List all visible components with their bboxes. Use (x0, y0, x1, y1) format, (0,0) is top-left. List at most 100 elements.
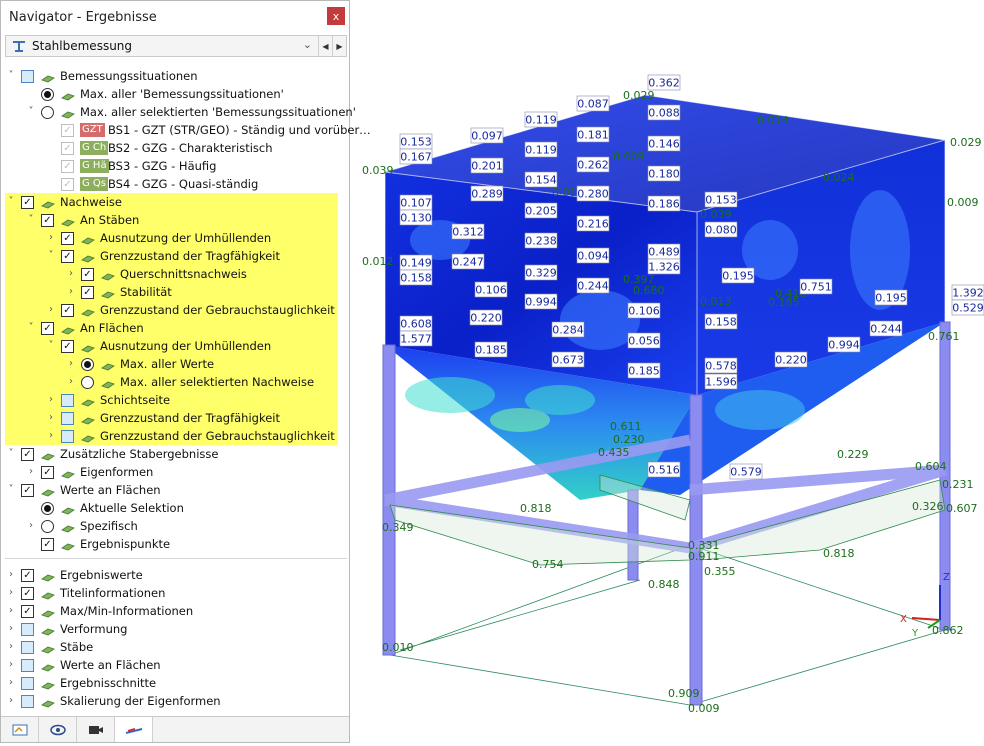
checkbox[interactable] (21, 677, 34, 690)
expand-chevron-icon[interactable]: › (65, 283, 77, 301)
tree2-row[interactable]: › ✓ Titelinformationen (5, 584, 347, 602)
collapse-chevron-icon[interactable]: ˅ (5, 481, 17, 499)
expand-chevron-icon[interactable]: › (45, 301, 57, 319)
expand-chevron-icon[interactable]: › (45, 427, 57, 445)
tree-row[interactable]: Aktuelle Selektion (5, 499, 347, 517)
checkbox[interactable] (21, 641, 34, 654)
expand-chevron-icon[interactable]: › (5, 674, 17, 692)
checkbox[interactable] (21, 695, 34, 708)
tree-row[interactable]: › Schichtseite (5, 391, 347, 409)
data-icon[interactable] (1, 717, 39, 742)
tree-row[interactable]: ˅ ✓ Grenzzustand der Tragfähigkeit (5, 247, 347, 265)
expand-chevron-icon[interactable]: › (5, 584, 17, 602)
radio-button[interactable] (41, 502, 54, 515)
tree2-row[interactable]: › Werte an Flächen (5, 656, 347, 674)
tree-row[interactable]: ˅ ✓ Zusätzliche Stabergebnisse (5, 445, 347, 463)
collapse-chevron-icon[interactable]: ˅ (45, 247, 57, 265)
checkbox[interactable]: ✓ (61, 142, 74, 155)
tree-row[interactable]: ˅ ✓ Nachweise (5, 193, 347, 211)
tree-row[interactable]: ✓ G Qs BS4 - GZG - Quasi-ständig (5, 175, 347, 193)
collapse-chevron-icon[interactable]: ˅ (5, 67, 17, 85)
checkbox[interactable] (61, 430, 74, 443)
checkbox[interactable]: ✓ (61, 304, 74, 317)
collapse-chevron-icon[interactable]: ˅ (45, 337, 57, 355)
tree-row[interactable]: › Max. aller selektierten Nachweise (5, 373, 347, 391)
expand-chevron-icon[interactable]: › (25, 517, 37, 535)
results-icon[interactable] (115, 717, 153, 742)
prev-arrow-icon[interactable]: ◀ (318, 36, 332, 56)
expand-chevron-icon[interactable]: › (5, 656, 17, 674)
collapse-chevron-icon[interactable]: ˅ (25, 103, 37, 121)
checkbox[interactable]: ✓ (61, 124, 74, 137)
expand-chevron-icon[interactable]: › (45, 391, 57, 409)
expand-chevron-icon[interactable]: › (65, 265, 77, 283)
tree-row[interactable]: ˅ Max. aller selektierten 'Bemessungssitu… (5, 103, 356, 121)
close-button[interactable]: x (327, 7, 345, 25)
checkbox[interactable] (61, 394, 74, 407)
tree-row[interactable]: › ✓ Eigenformen (5, 463, 347, 481)
radio-button[interactable] (81, 358, 94, 371)
model-view[interactable]: X Z Y 0.029 0.014 0.029 0.039 0.009 0.024 0.00… (352, 0, 984, 743)
tree-row[interactable]: ✓ G Hä BS3 - GZG - Häufig (5, 157, 347, 175)
tree-row[interactable]: ˅ ✓ Werte an Flächen (5, 481, 347, 499)
checkbox[interactable]: ✓ (21, 569, 34, 582)
tree-row[interactable]: ˅ ✓ An Stäben (5, 211, 347, 229)
checkbox[interactable]: ✓ (21, 448, 34, 461)
tree-row[interactable]: › ✓ Querschnittsnachweis (5, 265, 347, 283)
collapse-chevron-icon[interactable]: ˅ (5, 193, 17, 211)
checkbox[interactable]: ✓ (61, 250, 74, 263)
tree-row[interactable]: › ✓ Grenzzustand der Gebrauchstauglichkeit (5, 301, 347, 319)
tree-row[interactable]: › Spezifisch (5, 517, 347, 535)
checkbox[interactable]: ✓ (41, 214, 54, 227)
expand-chevron-icon[interactable]: › (5, 602, 17, 620)
tree-row[interactable]: ✓ Ergebnispunkte (5, 535, 347, 553)
radio-button[interactable] (41, 106, 54, 119)
tree2-row[interactable]: › Ergebnisschnitte (5, 674, 347, 692)
radio-button[interactable] (41, 520, 54, 533)
checkbox[interactable]: ✓ (21, 196, 34, 209)
checkbox[interactable] (21, 623, 34, 636)
radio-button[interactable] (81, 376, 94, 389)
tree-row[interactable]: ✓ GZT BS1 - GZT (STR/GEO) - Ständig und vo… (5, 121, 371, 139)
checkbox[interactable]: ✓ (21, 587, 34, 600)
checkbox[interactable] (21, 70, 34, 83)
checkbox[interactable]: ✓ (21, 605, 34, 618)
checkbox[interactable]: ✓ (61, 160, 74, 173)
camera-icon[interactable] (77, 717, 115, 742)
checkbox[interactable]: ✓ (81, 286, 94, 299)
checkbox[interactable]: ✓ (21, 484, 34, 497)
expand-chevron-icon[interactable]: › (5, 620, 17, 638)
collapse-chevron-icon[interactable]: ˅ (25, 211, 37, 229)
tree-row[interactable]: ˅ ✓ An Flächen (5, 319, 347, 337)
eye-icon[interactable] (39, 717, 77, 742)
checkbox[interactable]: ✓ (61, 232, 74, 245)
checkbox[interactable]: ✓ (41, 466, 54, 479)
chevron-down-icon[interactable]: ⌄ (303, 38, 312, 51)
expand-chevron-icon[interactable]: › (5, 638, 17, 656)
next-arrow-icon[interactable]: ▶ (332, 36, 346, 56)
collapse-chevron-icon[interactable]: ˅ (5, 445, 17, 463)
tree-row[interactable]: › ✓ Stabilität (5, 283, 347, 301)
expand-chevron-icon[interactable]: › (65, 373, 77, 391)
tree-row[interactable]: › Max. aller Werte (5, 355, 347, 373)
tree-row[interactable]: ✓ G Ch BS2 - GZG - Charakteristisch (5, 139, 347, 157)
checkbox[interactable] (21, 659, 34, 672)
tree-row[interactable]: Max. aller 'Bemessungssituationen' (5, 85, 347, 103)
tree-row[interactable]: ˅ Bemessungssituationen (5, 67, 347, 85)
expand-chevron-icon[interactable]: › (65, 355, 77, 373)
tree-row[interactable]: ˅ ✓ Ausnutzung der Umhüllenden (5, 337, 347, 355)
checkbox[interactable]: ✓ (81, 268, 94, 281)
tree2-row[interactable]: › ✓ Max/Min-Informationen (5, 602, 347, 620)
expand-chevron-icon[interactable]: › (25, 463, 37, 481)
expand-chevron-icon[interactable]: › (5, 566, 17, 584)
tree2-row[interactable]: › Stäbe (5, 638, 347, 656)
tree2-row[interactable]: › Skalierung der Eigenformen (5, 692, 347, 710)
tree2-row[interactable]: › Verformung (5, 620, 347, 638)
checkbox[interactable]: ✓ (41, 322, 54, 335)
checkbox[interactable]: ✓ (61, 340, 74, 353)
tree-row[interactable]: › Grenzzustand der Tragfähigkeit (5, 409, 347, 427)
module-select[interactable]: Stahlbemessung ⌄ ◀ ▶ (5, 35, 347, 57)
tree-row[interactable]: › ✓ Ausnutzung der Umhüllenden (5, 229, 347, 247)
checkbox[interactable]: ✓ (41, 538, 54, 551)
expand-chevron-icon[interactable]: › (45, 409, 57, 427)
